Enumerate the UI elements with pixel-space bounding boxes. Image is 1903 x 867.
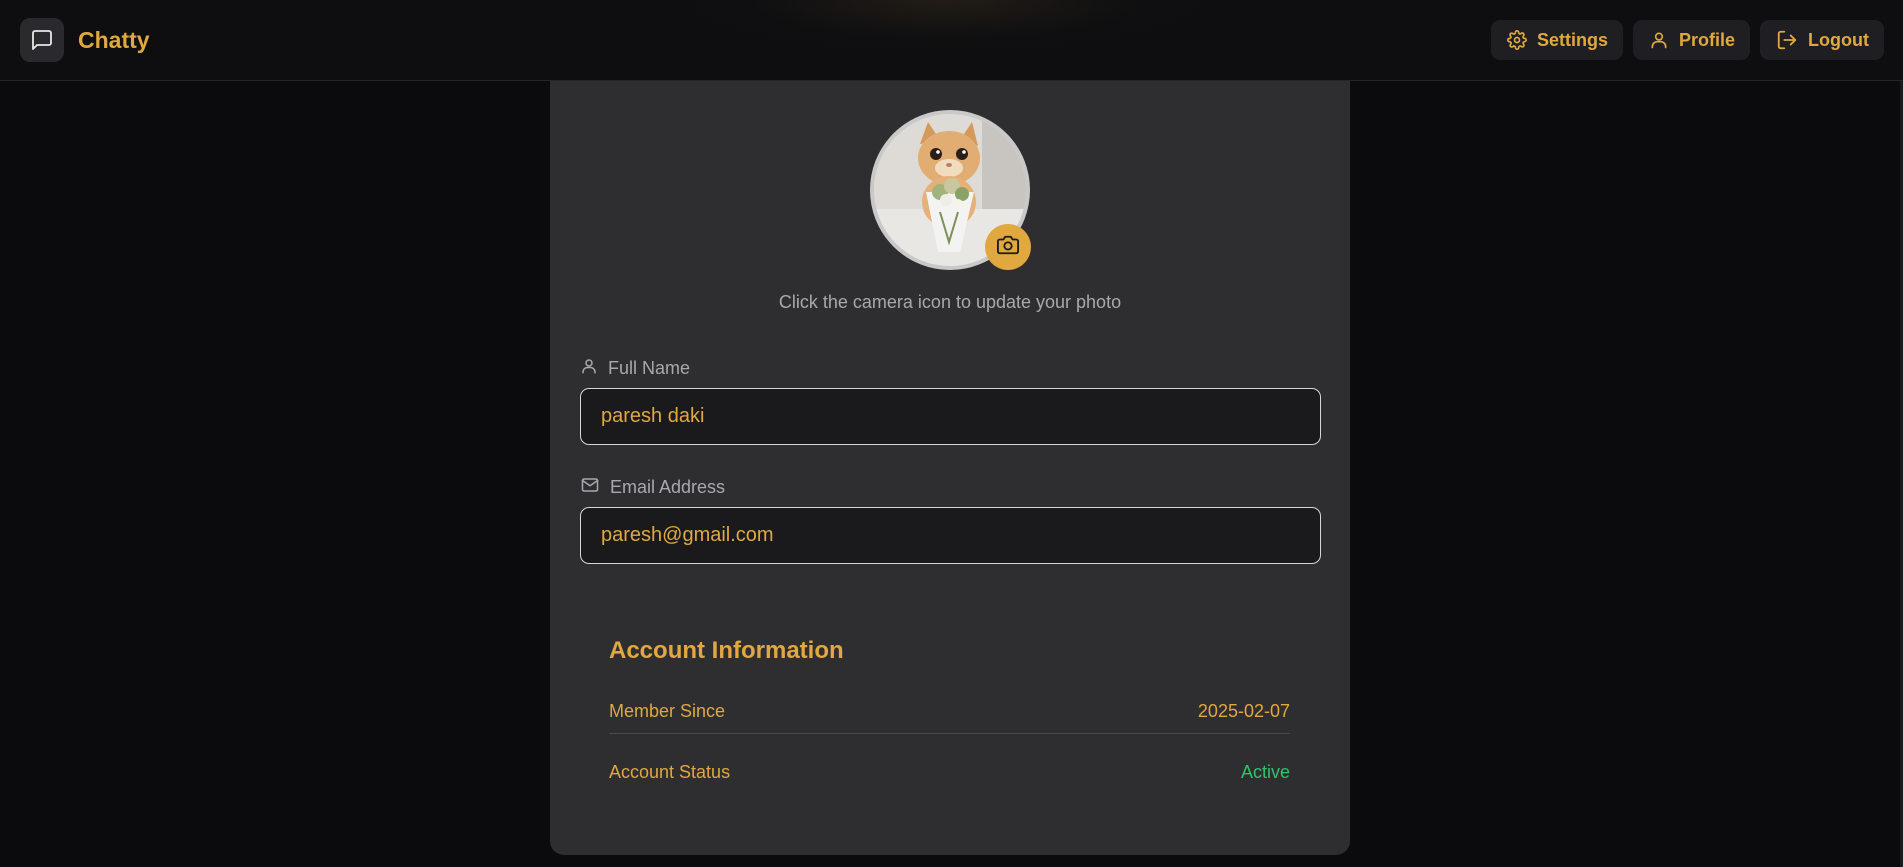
account-info-title: Account Information	[609, 637, 844, 664]
member-since-value: 2025-02-07	[1197, 701, 1290, 721]
logout-icon	[1776, 29, 1798, 51]
header-nav: Settings Profile Logout	[1490, 20, 1884, 60]
message-square-icon	[20, 18, 64, 62]
account-status-label: Account Status	[609, 762, 731, 782]
avatar-container	[870, 110, 1031, 270]
profile-button[interactable]: Profile	[1633, 20, 1751, 60]
brand[interactable]: Chatty	[20, 18, 150, 62]
settings-button[interactable]: Settings	[1490, 20, 1623, 60]
change-photo-button[interactable]	[985, 224, 1031, 270]
user-icon	[1649, 30, 1669, 50]
photo-hint: Click the camera icon to update your pho…	[778, 292, 1122, 312]
settings-label: Settings	[1536, 29, 1608, 50]
member-since-label: Member Since	[609, 701, 726, 721]
header-glow	[545, 0, 1345, 80]
user-icon	[580, 357, 598, 380]
mail-icon	[580, 476, 600, 499]
camera-icon	[997, 234, 1019, 261]
logout-button[interactable]: Logout	[1760, 20, 1884, 60]
email-label: Email Address	[580, 476, 725, 499]
full-name-label-text: Full Name	[608, 358, 691, 378]
profile-label: Profile	[1679, 29, 1736, 50]
account-divider	[609, 733, 1290, 734]
email-label-text: Email Address	[610, 477, 726, 497]
status-badge: Active	[1240, 762, 1290, 782]
top-navbar: Chatty Settings Profile Logout	[0, 0, 1903, 81]
full-name-field[interactable]: paresh daki	[580, 388, 1321, 445]
account-status-row: Account Status Active	[609, 762, 1290, 783]
member-since-row: Member Since 2025-02-07	[609, 701, 1290, 722]
full-name-label: Full Name	[580, 357, 690, 380]
email-field[interactable]: paresh@gmail.com	[580, 507, 1321, 564]
profile-card: Click the camera icon to update your pho…	[550, 81, 1350, 855]
app-name: Chatty	[78, 26, 150, 53]
gear-icon	[1507, 30, 1527, 50]
logout-label: Logout	[1808, 29, 1869, 50]
